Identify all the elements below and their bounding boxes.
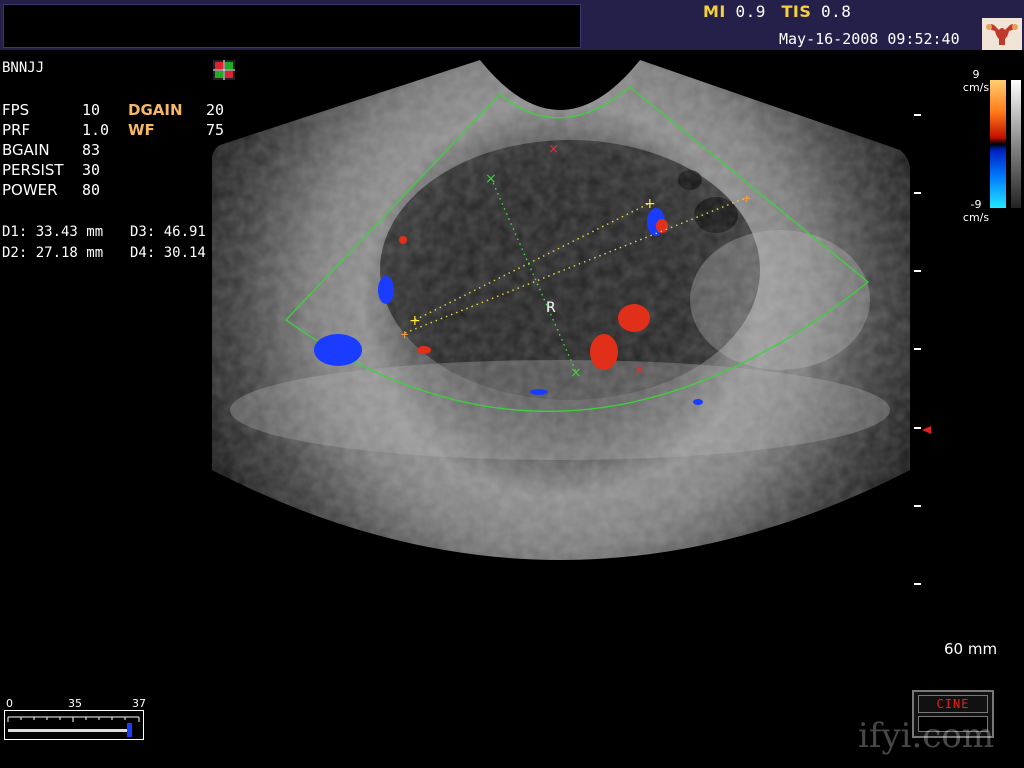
velocity-min-unit: cm/s <box>962 211 990 224</box>
doppler-color-bar <box>990 80 1006 208</box>
velocity-scale-bottom: -9 cm/s <box>958 198 994 224</box>
svg-text:×: × <box>485 171 497 187</box>
depth-tick <box>914 192 921 194</box>
cine-label: CINE <box>918 695 988 713</box>
depth-tick <box>914 505 921 507</box>
slider-max: 37 <box>132 697 146 710</box>
slider-handle <box>127 723 132 737</box>
svg-text:+: + <box>644 196 656 212</box>
velocity-scale-top: 9 cm/s <box>958 68 994 94</box>
region-label: R <box>546 300 556 316</box>
svg-text:×: × <box>548 142 559 157</box>
velocity-max-unit: cm/s <box>962 81 990 94</box>
depth-tick <box>914 427 921 429</box>
svg-text:+: + <box>409 313 421 329</box>
depth-tick <box>914 583 921 585</box>
velocity-max-value: 9 <box>972 68 980 81</box>
depth-tick <box>914 270 921 272</box>
slider-track <box>7 716 140 737</box>
svg-text:+: + <box>400 328 409 341</box>
svg-text:×: × <box>570 365 582 381</box>
slider-min: 0 <box>6 697 13 710</box>
svg-text:+: + <box>742 192 751 205</box>
cine-frame-slider[interactable] <box>4 710 144 740</box>
b-mode-sector <box>212 60 910 560</box>
depth-scale <box>914 110 924 590</box>
slider-mid: 35 <box>68 697 82 710</box>
velocity-min-value: -9 <box>970 198 982 211</box>
ultrasound-image[interactable]: × × + + + + × × R <box>0 0 1024 768</box>
depth-tick <box>914 348 921 350</box>
depth-label: 60 mm <box>944 640 998 658</box>
svg-text:×: × <box>634 363 645 378</box>
watermark: ifyi.com <box>858 716 995 756</box>
depth-tick <box>914 114 921 116</box>
grayscale-bar <box>1011 80 1021 208</box>
